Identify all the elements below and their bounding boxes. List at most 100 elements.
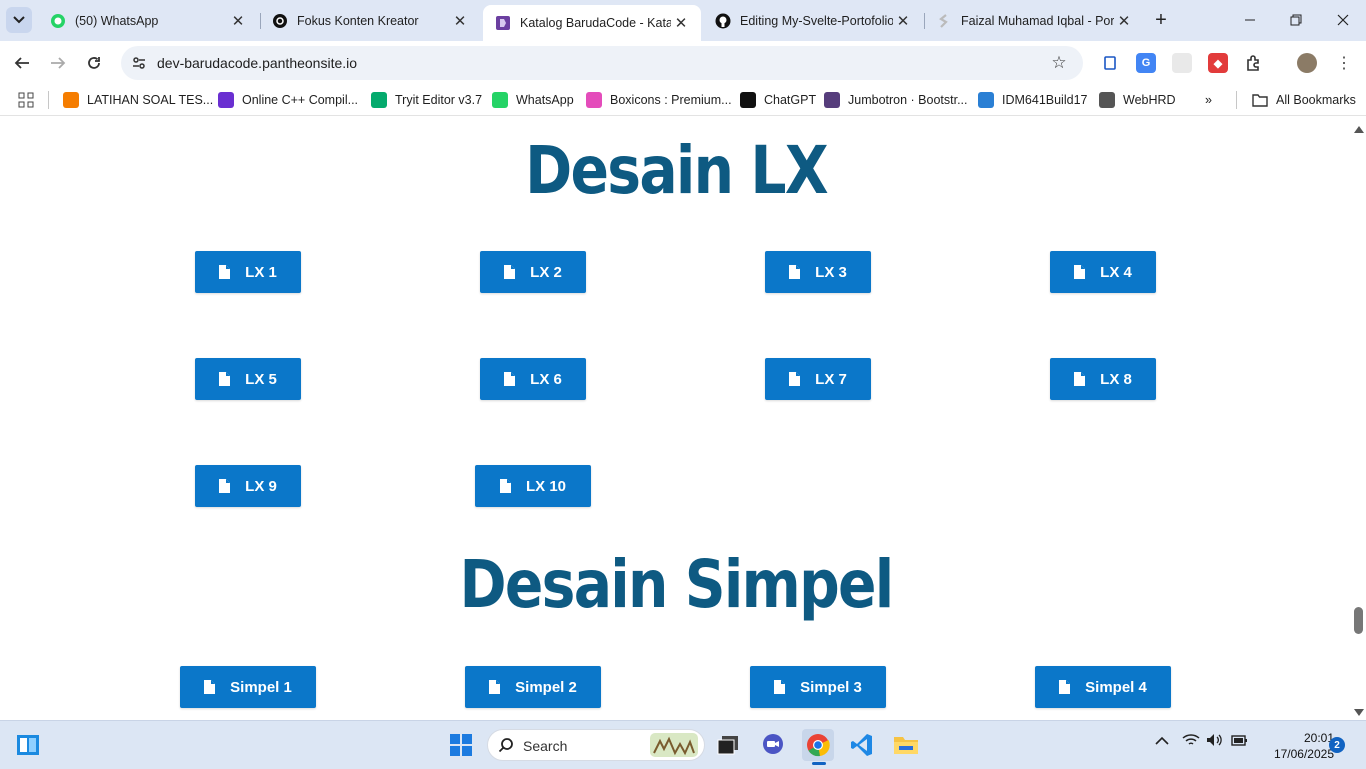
bookmark-item[interactable]: IDM641Build17 [978,91,1087,109]
file-icon [504,265,516,279]
lx-download-button[interactable]: LX 1 [195,251,301,293]
forward-button[interactable] [44,49,72,77]
button-label: Simpel 3 [800,678,862,696]
lx-download-button[interactable]: LX 4 [1050,251,1156,293]
bookmark-item[interactable]: LATIHAN SOAL TES... [63,91,213,109]
scroll-down-arrow-icon[interactable] [1354,709,1364,716]
tab-search-button[interactable] [6,7,32,33]
all-bookmarks-button[interactable]: All Bookmarks [1252,91,1356,109]
bookmark-item[interactable]: WhatsApp [492,91,574,109]
restore-button[interactable] [1284,8,1308,32]
show-hidden-icons-button[interactable] [1155,733,1169,749]
chevron-double-right-icon: » [1205,93,1212,107]
lx-download-button[interactable]: LX 5 [195,358,301,400]
extensions-puzzle-icon[interactable] [1244,53,1264,73]
close-icon[interactable]: ✕ [228,11,248,31]
profile-avatar[interactable] [1297,53,1317,73]
whatsapp-icon [50,13,66,29]
openai-icon [272,13,288,29]
search-highlight-image [650,733,698,762]
back-button[interactable] [8,49,36,77]
notification-badge[interactable]: 2 [1329,737,1345,753]
scrollbar-thumb[interactable] [1354,607,1363,634]
scroll-up-arrow-icon[interactable] [1354,126,1364,133]
bookmark-item[interactable]: Boxicons : Premium... [586,91,732,109]
page-scrollbar[interactable] [1352,120,1366,720]
site-info-icon[interactable] [129,53,149,73]
bookmark-label: WhatsApp [516,93,574,107]
bookmark-item[interactable]: Tryit Editor v3.7 [371,91,482,109]
extension-docs-icon[interactable] [1100,53,1120,73]
bookmark-label: Boxicons : Premium... [610,93,732,107]
battery-icon[interactable] [1230,733,1248,750]
chrome-taskbar-button[interactable] [802,729,834,765]
new-tab-button[interactable]: + [1150,9,1172,31]
tab-github-editing[interactable]: Editing My-Svelte-Portofolio ✕ [703,5,923,36]
url-text[interactable]: dev-barudacode.pantheonsite.io [157,55,357,71]
idm-icon [978,92,994,108]
simpel-download-button[interactable]: Simpel 1 [180,666,316,708]
tab-fokus-konten[interactable]: Fokus Konten Kreator ✕ [260,5,480,36]
vscode-icon [851,734,872,756]
more-bookmarks-button[interactable]: » [1205,91,1212,109]
bookmark-item[interactable]: Online C++ Compil... [218,91,358,109]
meet-now-button[interactable] [757,729,789,761]
chevron-down-icon [13,16,25,24]
lx-download-button[interactable]: LX 2 [480,251,586,293]
taskbar-search-box[interactable]: Search [487,729,705,761]
volume-icon[interactable] [1206,733,1224,750]
start-button[interactable] [445,729,477,761]
task-view-button[interactable] [712,729,744,761]
apps-grid-button[interactable] [18,91,34,109]
extension-blank-icon[interactable] [1172,53,1192,73]
windows-taskbar: Search 20:01 17/06/2025 2 [0,720,1366,769]
bookmark-item[interactable]: WebHRD [1099,91,1176,109]
tab-whatsapp[interactable]: (50) WhatsApp ✕ [38,5,258,36]
button-label: LX 6 [530,370,562,388]
clock-time: 20:01 [1303,731,1334,745]
file-explorer-button[interactable] [890,729,922,761]
openai-icon [740,92,756,108]
extension-red-icon[interactable]: ◆ [1208,53,1228,73]
google-translate-icon[interactable]: G [1136,53,1156,73]
close-window-button[interactable] [1331,8,1355,32]
widgets-button[interactable] [12,729,44,761]
close-icon[interactable]: ✕ [893,11,913,31]
wifi-icon[interactable] [1182,733,1200,750]
bookmark-item[interactable]: Jumbotron · Bootstr... [824,91,968,109]
lx-download-button[interactable]: LX 6 [480,358,586,400]
bootstrap-icon [824,92,840,108]
reload-icon [88,57,100,69]
apps-grid-icon [18,92,34,108]
simpel-download-button[interactable]: Simpel 3 [750,666,886,708]
vscode-taskbar-button[interactable] [846,729,878,761]
simpel-download-button[interactable]: Simpel 2 [465,666,601,708]
menu-button[interactable]: ⋮ [1330,49,1358,77]
system-clock[interactable]: 20:01 17/06/2025 [1252,730,1334,762]
tab-katalog-barudacode[interactable]: Katalog BarudaCode - Katalog ✕ [483,5,701,41]
tab-portofolio[interactable]: Faizal Muhamad Iqbal - Portofolio ✕ [924,5,1144,36]
lx-download-button[interactable]: LX 7 [765,358,871,400]
simpel-download-button[interactable]: Simpel 4 [1035,666,1171,708]
boxicons-icon [586,92,602,108]
close-icon[interactable]: ✕ [671,13,691,33]
lx-download-button[interactable]: LX 8 [1050,358,1156,400]
lx-download-button[interactable]: LX 3 [765,251,871,293]
clock-date: 17/06/2025 [1273,747,1334,761]
lx-download-button[interactable]: LX 10 [475,465,591,507]
lx-download-button[interactable]: LX 9 [195,465,301,507]
file-icon [789,265,801,279]
close-icon[interactable]: ✕ [1114,11,1134,31]
button-label: LX 4 [1100,263,1132,281]
file-icon [219,372,231,386]
bookmark-item[interactable]: ChatGPT [740,91,816,109]
video-chat-icon [763,734,783,754]
bookmark-label: ChatGPT [764,93,817,107]
address-bar[interactable]: dev-barudacode.pantheonsite.io ☆ [121,46,1083,80]
bookmark-star-icon[interactable]: ☆ [1049,53,1069,73]
minimize-button[interactable] [1238,8,1262,32]
tab-strip: (50) WhatsApp ✕ Fokus Konten Kreator ✕ K… [0,0,1366,41]
close-icon[interactable]: ✕ [450,11,470,31]
reload-button[interactable] [80,49,108,77]
active-app-indicator [812,762,826,765]
